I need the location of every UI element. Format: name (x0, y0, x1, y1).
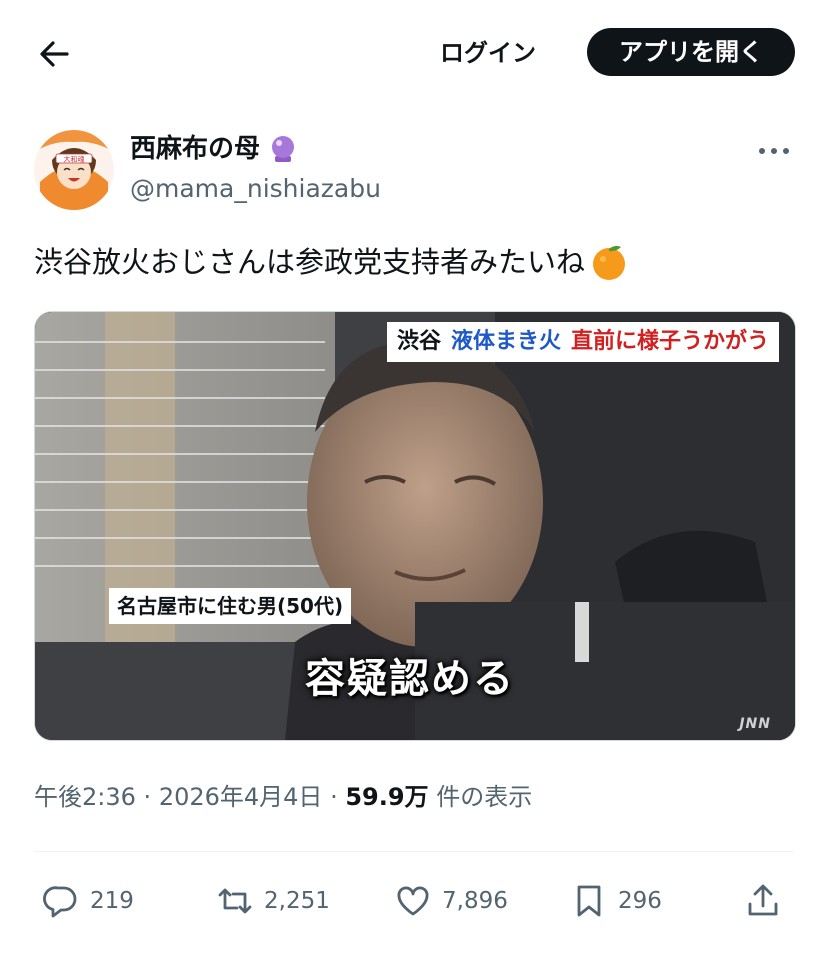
more-horizontal-icon (759, 148, 789, 154)
open-app-button[interactable]: アプリを開く (587, 28, 795, 76)
author-name-row[interactable]: 西麻布の母 (130, 132, 298, 166)
tangerine-emoji (593, 245, 626, 280)
bookmark-count: 296 (618, 888, 662, 914)
view-count-label: 件の表示 (436, 783, 533, 811)
news-caption-top: 渋谷 液体まき火 直前に様子うかがう (386, 322, 779, 362)
retweet-count: 2,251 (264, 888, 330, 914)
meta-separator: · (330, 783, 346, 811)
retweet-button[interactable]: 2,251 (216, 880, 330, 922)
broadcaster-watermark: JNN (739, 716, 771, 732)
crystal-ball-emoji (272, 136, 295, 162)
caption-detail: 直前に様子うかがう (570, 329, 769, 354)
avatar-illustration: 大和魂 (34, 130, 114, 210)
tweet-media-image[interactable]: 渋谷 液体まき火 直前に様子うかがう 名古屋市に住む男(50代) 容疑認める JNN (34, 311, 796, 741)
share-icon (748, 884, 778, 916)
retweet-icon (218, 888, 252, 914)
more-options-button[interactable] (756, 136, 792, 166)
author-name[interactable]: 西麻布の母 (130, 132, 260, 166)
share-button[interactable] (744, 880, 782, 922)
news-caption-main: 容疑認める (305, 656, 515, 702)
tweet-text-body: 渋谷放火おじさんは参政党支持者みたいね (34, 245, 586, 279)
reply-button[interactable]: 219 (42, 880, 134, 922)
arrow-left-icon (40, 41, 69, 67)
tweet-time[interactable]: 午後2:36 (34, 783, 136, 811)
like-button[interactable]: 7,896 (394, 880, 508, 922)
news-caption-person: 名古屋市に住む男(50代) (109, 588, 352, 624)
bookmark-button[interactable]: 296 (570, 880, 662, 922)
reply-count: 219 (90, 888, 134, 914)
heart-icon (397, 886, 429, 916)
reply-icon (43, 886, 77, 918)
tweet-date[interactable]: 2026年4月4日 (159, 783, 323, 811)
tweet-meta: 午後2:36 · 2026年4月4日 · 59.9万 件の表示 (34, 780, 532, 814)
caption-topic: 液体まき火 (450, 329, 561, 354)
caption-location: 渋谷 (396, 329, 441, 354)
view-count: 59.9万 (345, 783, 429, 811)
avatar-headband-text: 大和魂 (64, 155, 85, 164)
author-handle[interactable]: @mama_nishiazabu (130, 172, 381, 206)
back-button[interactable] (34, 34, 74, 74)
like-count: 7,896 (442, 888, 508, 914)
bookmark-icon (577, 885, 601, 917)
meta-separator: · (143, 783, 159, 811)
avatar[interactable]: 大和魂 (34, 130, 114, 210)
login-link[interactable]: ログイン (440, 36, 536, 70)
tweet-text: 渋谷放火おじさんは参政党支持者みたいね (34, 240, 629, 284)
divider (34, 851, 794, 852)
